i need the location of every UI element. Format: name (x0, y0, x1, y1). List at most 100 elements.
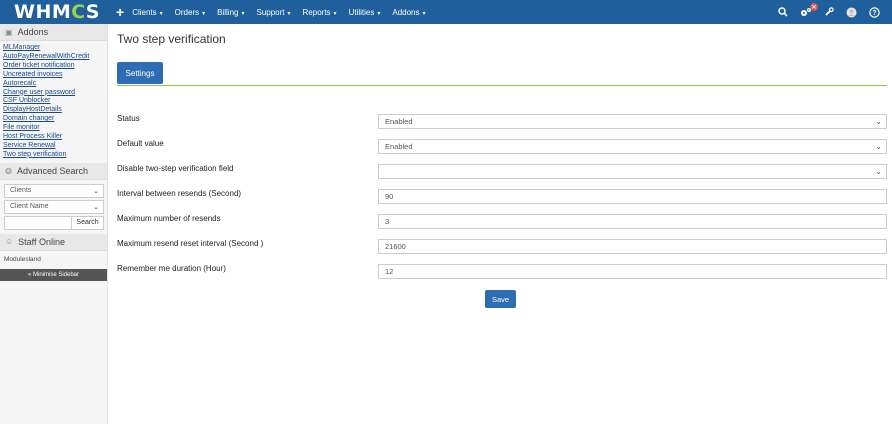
search-button[interactable]: Search (72, 215, 104, 230)
addon-link[interactable]: Order ticket notification (3, 62, 104, 71)
svg-text:?: ? (872, 10, 876, 17)
chevron-down-icon: ▾ (241, 10, 245, 17)
addon-link[interactable]: CSF Unblocker (3, 97, 104, 106)
resend-interval-input[interactable]: 90 (378, 189, 887, 204)
advanced-search-form: Clients ⌄ Client Name ⌄ Search (0, 180, 107, 234)
disable-field-select[interactable]: ⌄ (378, 164, 887, 179)
chevron-down-icon: ⌄ (93, 187, 99, 195)
logo-text-accent: C (71, 1, 86, 23)
search-field-value: Client Name (10, 203, 49, 211)
search-field-select[interactable]: Client Name ⌄ (4, 199, 104, 214)
form-row-status: Status Enabled ⌄ (117, 111, 887, 136)
chevron-down-icon: ▾ (159, 10, 163, 17)
whmcs-logo[interactable]: WHM C S (0, 0, 108, 24)
tab-bar: Settings (117, 62, 887, 86)
search-icon[interactable] (778, 7, 788, 17)
menu-utilities[interactable]: Utilities ▾ (349, 8, 381, 17)
menu-addons-label: Addons (392, 7, 420, 17)
menu-clients-label: Clients (132, 7, 157, 17)
minimise-sidebar-button[interactable]: « Minimise Sidebar (0, 268, 107, 281)
default-value-select[interactable]: Enabled ⌄ (378, 139, 887, 154)
default-value-label: Default value (117, 139, 164, 148)
reset-interval-input[interactable]: 21600 (378, 239, 887, 254)
menu-orders-label: Orders (174, 7, 200, 17)
search-row: Search (4, 215, 104, 230)
save-button[interactable]: Save (485, 290, 516, 308)
menu-support[interactable]: Support ▾ (256, 8, 290, 17)
status-label: Status (117, 114, 140, 123)
menu-reports[interactable]: Reports ▾ (303, 8, 337, 17)
max-resends-label: Maximum number of resends (117, 214, 221, 223)
navbar-right-icons: ✕ ? (778, 0, 892, 24)
addon-link[interactable]: AutoPayRenewalWithCredit (3, 53, 104, 62)
logo-text-post: S (85, 1, 100, 23)
resend-interval-label: Interval between resends (Second) (117, 189, 242, 198)
add-new-icon[interactable]: + (116, 4, 124, 20)
alert-badge: ✕ (810, 3, 818, 11)
page-title: Two step verification (117, 32, 226, 46)
settings-form: Status Enabled ⌄ Default value Enabled ⌄… (117, 111, 887, 286)
form-row-remember-me: Remember me duration (Hour) 12 (117, 261, 887, 286)
advanced-search-header: ◍ Advanced Search (0, 162, 107, 180)
menu-billing-label: Billing (217, 7, 239, 17)
top-navbar: WHM C S + Clients ▾ Orders ▾ Billing ▾ Suppor… (0, 0, 892, 24)
main-menu: + Clients ▾ Orders ▾ Billing ▾ Support ▾ Rep… (108, 0, 438, 24)
default-value-value: Enabled (385, 142, 413, 151)
addon-link[interactable]: Two step verification (3, 151, 104, 160)
advanced-search-title: Advanced Search (16, 165, 89, 176)
users-icon: ☺ (5, 237, 14, 247)
addons-panel-header: ▣ Addons (0, 24, 107, 41)
addon-link[interactable]: Host Process Killer (3, 133, 104, 142)
chevron-down-icon: ▾ (422, 10, 426, 17)
status-value: Enabled (385, 117, 413, 126)
max-resends-input[interactable]: 3 (378, 214, 887, 229)
form-row-resend-interval: Interval between resends (Second) 90 (117, 186, 887, 211)
form-row-reset-interval: Maximum resend reset interval (Second ) … (117, 236, 887, 261)
addon-link[interactable]: Domain changer (3, 115, 104, 124)
cogs-icon[interactable]: ✕ (800, 3, 818, 17)
addon-link[interactable]: Autorecalc (3, 80, 104, 89)
chevron-down-icon: ⌄ (875, 167, 882, 176)
form-row-disable-field: Disable two-step verification field ⌄ (117, 161, 887, 186)
reset-interval-value: 21600 (385, 242, 406, 251)
chevron-down-icon: ⌄ (875, 142, 882, 151)
addons-title: Addons (17, 27, 49, 37)
chevron-down-icon: ▾ (202, 10, 206, 17)
addon-link[interactable]: MLManager (3, 44, 104, 53)
staff-online-header: ☺ Staff Online (0, 233, 107, 251)
remember-me-value: 12 (385, 267, 394, 276)
menu-billing[interactable]: Billing ▾ (217, 8, 244, 17)
staff-online-name: Modulesland (4, 255, 41, 263)
form-row-max-resends: Maximum number of resends 3 (117, 211, 887, 236)
remember-me-input[interactable]: 12 (378, 264, 887, 279)
menu-support-label: Support (256, 7, 285, 17)
addons-list: MLManager AutoPayRenewalWithCredit Order… (0, 41, 107, 163)
menu-clients[interactable]: Clients ▾ (132, 8, 162, 17)
addon-link[interactable]: DisplayHostDetails (3, 106, 104, 115)
resend-interval-value: 90 (385, 192, 394, 201)
search-type-select[interactable]: Clients ⌄ (4, 183, 104, 198)
status-select[interactable]: Enabled ⌄ (378, 114, 887, 129)
chevron-down-icon: ⌄ (93, 203, 99, 211)
menu-utilities-label: Utilities (348, 7, 375, 17)
search-input[interactable] (4, 215, 72, 230)
addon-link[interactable]: File monitor (3, 124, 104, 133)
logo-text-pre: WHM (14, 1, 72, 23)
chevron-down-icon: ⌄ (875, 117, 882, 126)
wrench-icon[interactable] (824, 7, 834, 17)
addon-link[interactable]: Uncreated invoices (3, 71, 104, 80)
chevron-down-icon: ▾ (333, 10, 337, 17)
sidebar: ▣ Addons MLManager AutoPayRenewalWithCre… (0, 24, 108, 424)
menu-addons[interactable]: Addons ▾ (392, 8, 425, 17)
search-type-value: Clients (10, 187, 32, 195)
tab-settings[interactable]: Settings (117, 62, 163, 84)
addon-link[interactable]: Change user password (3, 89, 104, 98)
chevron-down-icon: ▾ (287, 10, 291, 17)
help-icon[interactable]: ? (869, 6, 880, 18)
menu-orders[interactable]: Orders ▾ (175, 8, 205, 17)
addon-link[interactable]: Service Renewal (3, 142, 104, 151)
disable-field-label: Disable two-step verification field (117, 164, 234, 173)
main-content: Two step verification Settings Status En… (117, 24, 887, 308)
staff-online-title: Staff Online (18, 236, 66, 247)
user-avatar-icon[interactable] (846, 7, 857, 18)
